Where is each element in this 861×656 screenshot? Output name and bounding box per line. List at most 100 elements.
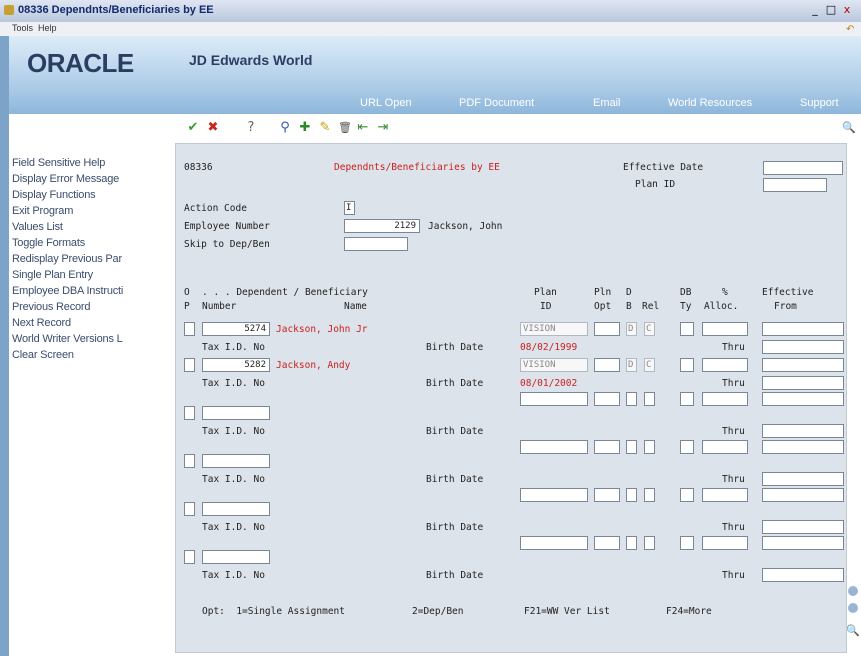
- row-plan-option[interactable]: [594, 488, 620, 502]
- row-effective-from[interactable]: [762, 536, 844, 550]
- change-icon[interactable]: ✎: [317, 120, 333, 136]
- row-plan-id[interactable]: VISION: [520, 358, 588, 372]
- row-effective-from[interactable]: [762, 440, 844, 454]
- row-effective-from[interactable]: [762, 392, 844, 406]
- row-alloc[interactable]: [702, 488, 748, 502]
- exit-next-record[interactable]: Next Record: [12, 317, 168, 329]
- row-rel[interactable]: [644, 536, 655, 550]
- plan-id-field[interactable]: [763, 178, 827, 192]
- row-option[interactable]: [184, 406, 195, 420]
- row-effective-from[interactable]: [762, 322, 844, 336]
- exit-field-sensitive-help[interactable]: Field Sensitive Help: [12, 157, 168, 169]
- row-alloc[interactable]: [702, 440, 748, 454]
- exit-clear-screen[interactable]: Clear Screen: [12, 349, 168, 361]
- row-db[interactable]: [626, 440, 637, 454]
- close-button[interactable]: x: [840, 3, 854, 17]
- row-plan-option[interactable]: [594, 322, 620, 336]
- row-plan-option[interactable]: [594, 440, 620, 454]
- inquire-icon[interactable]: ⚲: [277, 120, 293, 136]
- row-number[interactable]: 5282: [202, 358, 270, 372]
- row-option[interactable]: [184, 550, 195, 564]
- next-icon[interactable]: ⇥: [375, 120, 391, 136]
- link-world-resources[interactable]: World Resources: [668, 97, 752, 109]
- page-down-icon[interactable]: [848, 603, 858, 613]
- help-corner-icon[interactable]: ↶: [846, 24, 854, 35]
- row-plan-id[interactable]: [520, 536, 588, 550]
- help-icon[interactable]: ?: [243, 120, 259, 136]
- row-rel[interactable]: C: [644, 358, 655, 372]
- exit-employee-dba-instructions[interactable]: Employee DBA Instructi: [12, 285, 168, 297]
- row-option[interactable]: [184, 358, 195, 372]
- row-effective-thru[interactable]: [762, 340, 844, 354]
- exit-single-plan-entry[interactable]: Single Plan Entry: [12, 269, 168, 281]
- exit-world-writer-versions[interactable]: World Writer Versions L: [12, 333, 168, 345]
- row-plan-option[interactable]: [594, 358, 620, 372]
- exit-toggle-formats[interactable]: Toggle Formats: [12, 237, 168, 249]
- exit-display-functions[interactable]: Display Functions: [12, 189, 168, 201]
- row-alloc[interactable]: [702, 322, 748, 336]
- delete-icon[interactable]: 🗑: [337, 120, 353, 136]
- row-db-type[interactable]: [680, 322, 694, 336]
- maximize-button[interactable]: □: [824, 3, 838, 17]
- footer-f24[interactable]: F24=More: [666, 606, 712, 617]
- row-db-type[interactable]: [680, 440, 694, 454]
- row-plan-id[interactable]: VISION: [520, 322, 588, 336]
- page-up-icon[interactable]: [848, 586, 858, 596]
- cancel-icon[interactable]: ✖: [205, 120, 221, 136]
- row-db[interactable]: [626, 536, 637, 550]
- row-db-type[interactable]: [680, 536, 694, 550]
- row-plan-id[interactable]: [520, 440, 588, 454]
- row-db-type[interactable]: [680, 488, 694, 502]
- exit-display-error-message[interactable]: Display Error Message: [12, 173, 168, 185]
- row-db[interactable]: D: [626, 322, 637, 336]
- link-email[interactable]: Email: [593, 97, 621, 109]
- menu-help[interactable]: Help: [38, 23, 57, 33]
- minimize-button[interactable]: _: [808, 3, 822, 17]
- row-rel[interactable]: [644, 440, 655, 454]
- link-url-open[interactable]: URL Open: [360, 97, 412, 109]
- footer-f21[interactable]: F21=WW Ver List: [524, 606, 610, 617]
- row-rel[interactable]: [644, 488, 655, 502]
- row-effective-thru[interactable]: [762, 424, 844, 438]
- row-rel[interactable]: [644, 392, 655, 406]
- row-plan-id[interactable]: [520, 392, 588, 406]
- row-db[interactable]: [626, 488, 637, 502]
- exit-previous-record[interactable]: Previous Record: [12, 301, 168, 313]
- search-icon[interactable]: 🔍: [841, 120, 857, 136]
- exit-redisplay-previous[interactable]: Redisplay Previous Par: [12, 253, 168, 265]
- link-support[interactable]: Support: [800, 97, 839, 109]
- skip-to-field[interactable]: [344, 237, 408, 251]
- row-db[interactable]: D: [626, 358, 637, 372]
- employee-number-field[interactable]: 2129: [344, 219, 420, 233]
- row-alloc[interactable]: [702, 358, 748, 372]
- row-alloc[interactable]: [702, 536, 748, 550]
- zoom-icon[interactable]: 🔍: [846, 624, 860, 637]
- add-icon[interactable]: ✚: [297, 120, 313, 136]
- effective-date-field[interactable]: [763, 161, 843, 175]
- row-number[interactable]: 5274: [202, 322, 270, 336]
- previous-icon[interactable]: ⇤: [355, 120, 371, 136]
- row-number[interactable]: [202, 502, 270, 516]
- exit-exit-program[interactable]: Exit Program: [12, 205, 168, 217]
- row-number[interactable]: [202, 550, 270, 564]
- row-db-type[interactable]: [680, 392, 694, 406]
- row-number[interactable]: [202, 406, 270, 420]
- link-pdf-document[interactable]: PDF Document: [459, 97, 534, 109]
- row-db-type[interactable]: [680, 358, 694, 372]
- row-option[interactable]: [184, 502, 195, 516]
- row-effective-thru[interactable]: [762, 376, 844, 390]
- row-effective-from[interactable]: [762, 358, 844, 372]
- row-effective-thru[interactable]: [762, 520, 844, 534]
- row-option[interactable]: [184, 454, 195, 468]
- action-code-field[interactable]: I: [344, 201, 355, 215]
- row-effective-from[interactable]: [762, 488, 844, 502]
- row-plan-option[interactable]: [594, 536, 620, 550]
- row-effective-thru[interactable]: [762, 472, 844, 486]
- exit-values-list[interactable]: Values List: [12, 221, 168, 233]
- menu-tools[interactable]: Tools: [12, 23, 33, 33]
- ok-icon[interactable]: ✔: [185, 120, 201, 136]
- row-effective-thru[interactable]: [762, 568, 844, 582]
- row-option[interactable]: [184, 322, 195, 336]
- row-alloc[interactable]: [702, 392, 748, 406]
- row-plan-option[interactable]: [594, 392, 620, 406]
